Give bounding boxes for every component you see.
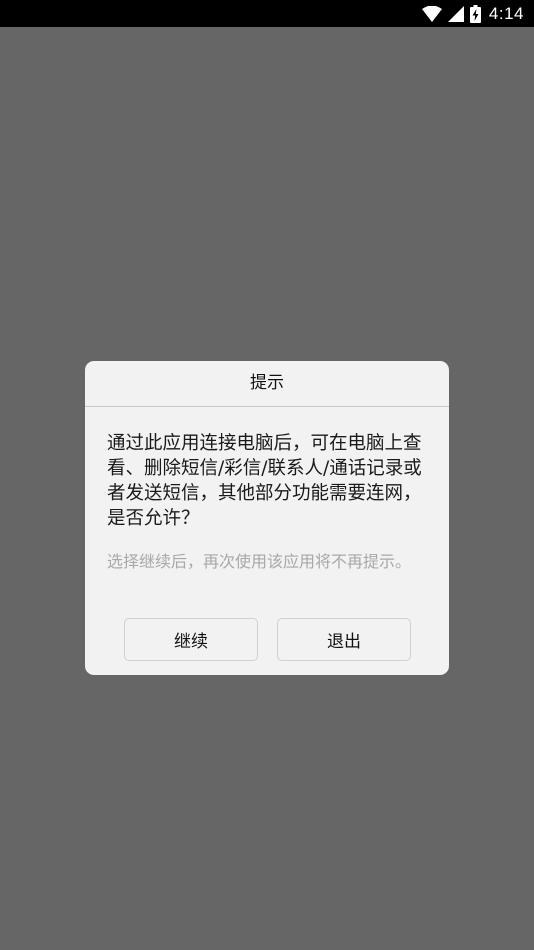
status-bar: 4:14 <box>0 0 534 27</box>
dialog-title: 提示 <box>85 361 449 407</box>
dialog-hint: 选择继续后，再次使用该应用将不再提示。 <box>107 552 412 571</box>
battery-icon <box>469 4 481 23</box>
dialog-button-row: 继续 退出 <box>124 618 411 661</box>
permission-dialog: 提示 通过此应用连接电脑后，可在电脑上查看、删除短信/彩信/联系人/通话记录或者… <box>85 361 449 675</box>
continue-button[interactable]: 继续 <box>124 618 258 661</box>
wifi-icon <box>421 5 442 22</box>
status-time: 4:14 <box>488 3 524 23</box>
dialog-message: 通过此应用连接电脑后，可在电脑上查看、删除短信/彩信/联系人/通话记录或者发送短… <box>107 433 422 529</box>
cell-signal-icon <box>447 5 464 22</box>
exit-button[interactable]: 退出 <box>277 618 411 661</box>
